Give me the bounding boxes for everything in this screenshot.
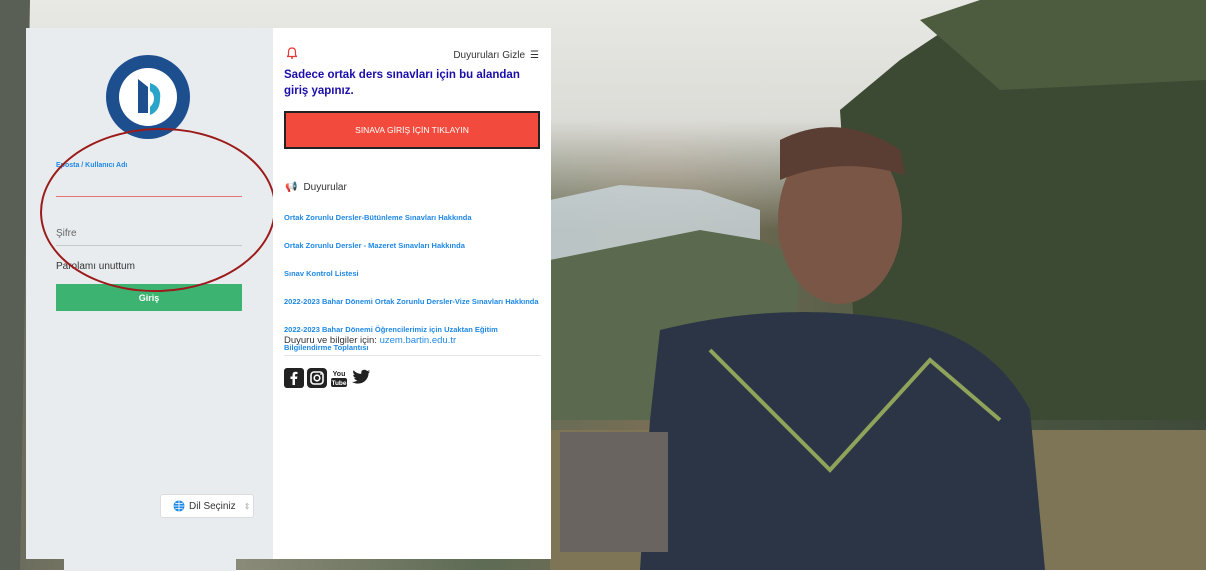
social-links: You Tube [284,368,371,388]
announcement-link[interactable]: Ortak Zorunlu Dersler-Bütünleme Sınavlar… [284,213,472,222]
updown-icon: ⇕ [243,501,251,511]
list-item: Sınav Kontrol Listesi [284,263,544,281]
login-panel: 2008 Eposta / Kullanıcı Adı Parolamı unu… [26,28,273,571]
hide-announcements-button[interactable]: Duyuruları Gizle ☰ [453,50,539,61]
info-prefix: Duyuru ve bilgiler için: [284,335,377,346]
facebook-icon[interactable] [284,368,304,388]
announcement-link[interactable]: Ortak Zorunlu Dersler - Mazeret Sınavlar… [284,241,465,250]
instagram-icon[interactable] [307,368,327,388]
list-item: Ortak Zorunlu Dersler-Bütünleme Sınavlar… [284,207,544,225]
announcements-panel: Duyuruları Gizle ☰ Sadece ortak ders sın… [273,28,551,559]
list-item: 2022-2023 Bahar Dönemi Ortak Zorunlu Der… [284,291,544,309]
list-item: Ortak Zorunlu Dersler - Mazeret Sınavlar… [284,235,544,253]
youtube-icon[interactable]: You Tube [330,368,348,388]
divider [284,355,541,356]
announcement-headline: Sadece ortak ders sınavları için bu alan… [284,69,520,97]
announcements-header: 📢 Duyurular [285,182,347,193]
info-line: Duyuru ve bilgiler için: uzem.bartin.edu… [284,335,456,346]
svg-text:Tube: Tube [331,380,346,387]
svg-text:You: You [333,371,346,378]
exam-entry-button[interactable]: SINAVA GİRİŞ İÇİN TIKLAYIN [284,111,540,149]
language-label: Dil Seçiniz [189,500,236,512]
announcement-link[interactable]: 2022-2023 Bahar Dönemi Ortak Zorunlu Der… [284,297,539,306]
panel-tab [64,559,236,571]
announcement-link[interactable]: Sınav Kontrol Listesi [284,269,359,278]
hide-announcements-label: Duyuruları Gizle [453,50,526,61]
language-select[interactable]: Dil Seçiniz ⇕ [160,494,254,518]
menu-collapse-icon: ☰ [530,50,539,61]
globe-icon [173,500,185,512]
twitter-icon[interactable] [351,369,371,387]
megaphone-icon: 📢 [285,182,298,193]
uzem-link[interactable]: uzem.bartin.edu.tr [380,335,457,346]
announcements-title: Duyurular [303,182,347,193]
bell-icon [287,47,297,59]
